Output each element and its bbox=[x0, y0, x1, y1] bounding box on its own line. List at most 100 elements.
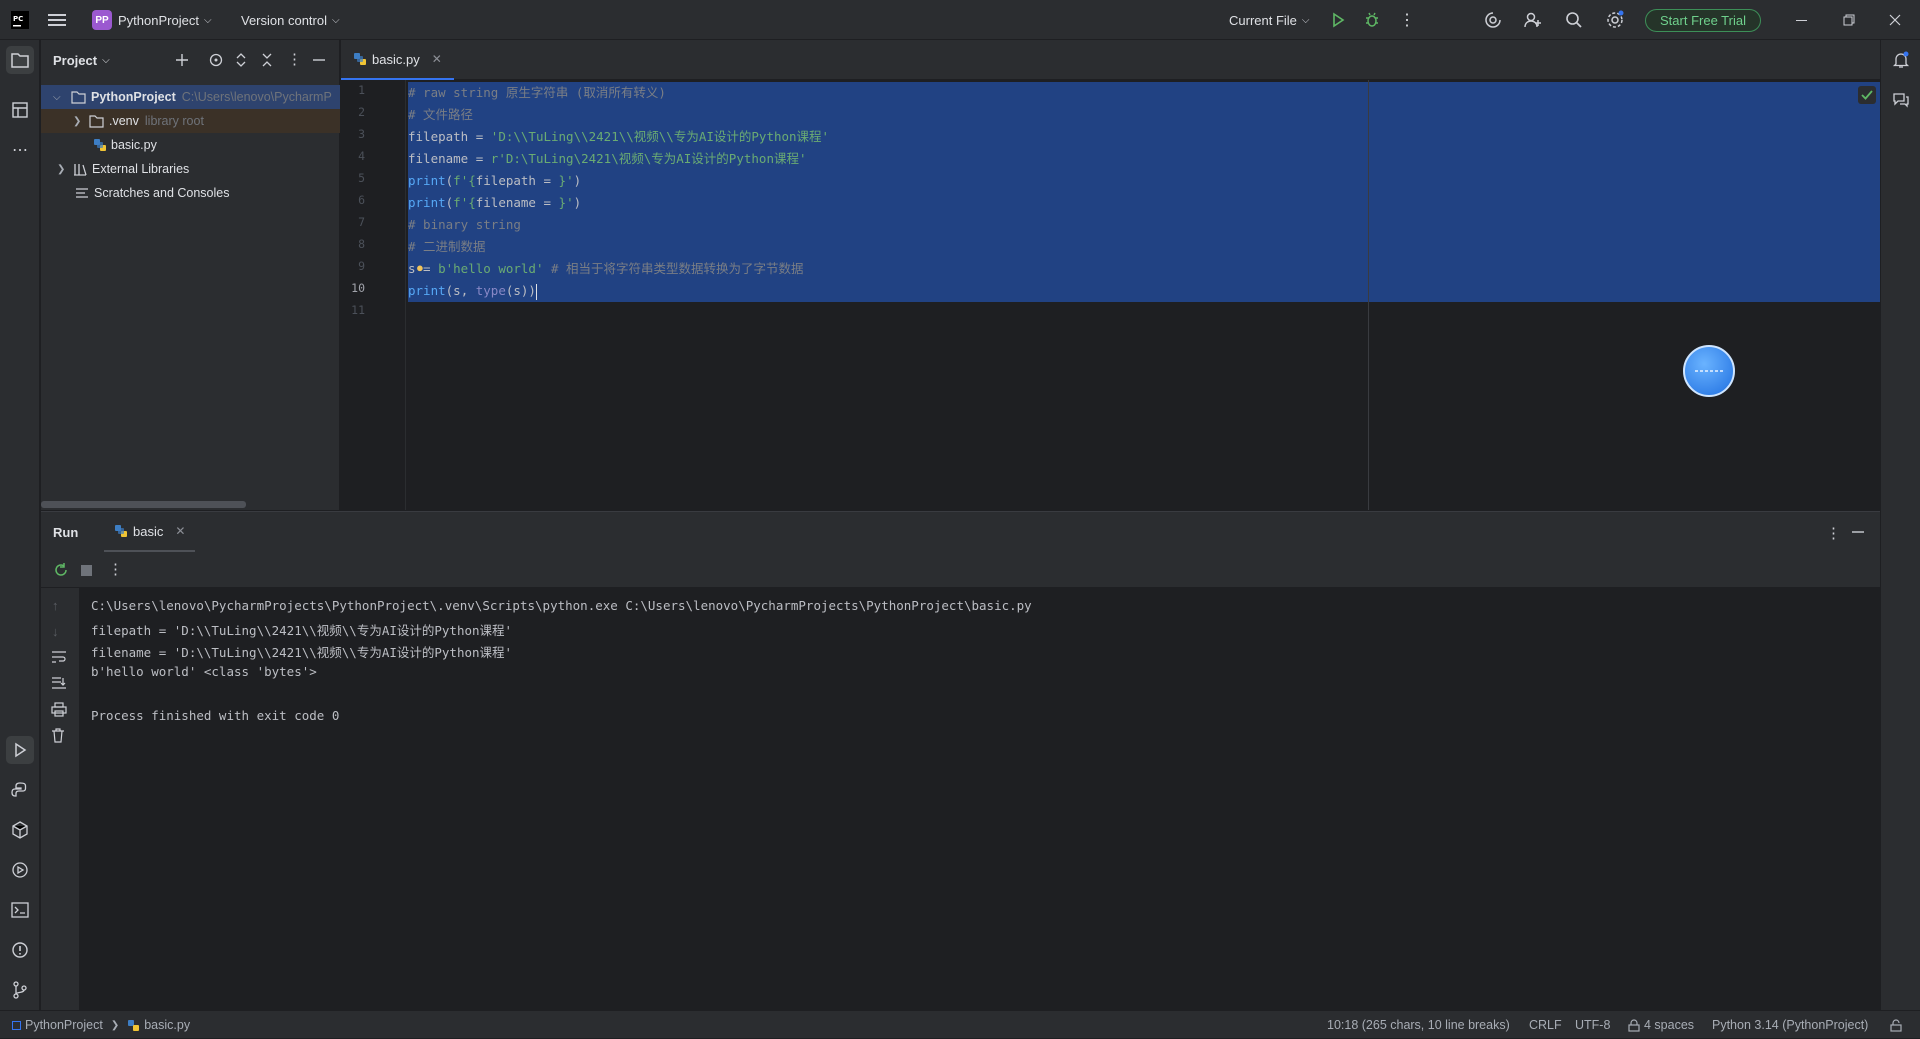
tree-item-project-root[interactable]: ⌵ PythonProject C:\Users\lenovo\PycharmP bbox=[41, 85, 340, 109]
python-console-tool-button[interactable] bbox=[6, 776, 34, 804]
chevron-down-icon: ⌵ bbox=[53, 91, 61, 103]
horizontal-scrollbar[interactable] bbox=[41, 501, 246, 508]
main-menu-button[interactable] bbox=[48, 0, 66, 40]
ai-assistant-icon[interactable] bbox=[1484, 0, 1502, 40]
token-string: }' bbox=[558, 173, 574, 188]
code-line-2: # 文件路径 bbox=[408, 107, 474, 122]
code-line-4: filename = r'D:\TuLing\2421\视频\专为AI设计的Py… bbox=[408, 148, 807, 170]
project-switcher[interactable]: PP PythonProject ⌵ bbox=[92, 0, 212, 40]
trial-label: Start Free Trial bbox=[1645, 8, 1761, 32]
chevron-down-icon: ⌵ bbox=[332, 14, 340, 26]
hide-panel-icon[interactable] bbox=[1851, 524, 1865, 540]
tree-item-external-libraries[interactable]: ❯ External Libraries bbox=[41, 157, 340, 181]
expand-all-icon[interactable] bbox=[234, 52, 248, 68]
arrow-down-icon[interactable]: ↓ bbox=[52, 624, 59, 639]
editor-tab-basic-py[interactable]: basic.py ✕ bbox=[341, 40, 454, 80]
lightbulb-intention-icon[interactable]: ● bbox=[416, 260, 424, 275]
packages-icon bbox=[12, 821, 28, 839]
notifications-tool-button[interactable] bbox=[1887, 46, 1915, 74]
token-expression: filepath = bbox=[475, 173, 559, 188]
editor-tab-bar: basic.py ✕ bbox=[341, 40, 1880, 80]
indent-setting[interactable]: 4 spaces bbox=[1628, 1011, 1694, 1039]
version-control-menu[interactable]: Version control ⌵ bbox=[241, 0, 340, 40]
terminal-icon bbox=[11, 902, 29, 918]
services-tool-button[interactable] bbox=[6, 856, 34, 884]
python-file-icon bbox=[114, 524, 128, 538]
version-control-label: Version control bbox=[241, 12, 327, 28]
project-tool-button[interactable] bbox=[6, 46, 34, 74]
trash-icon[interactable] bbox=[51, 728, 65, 743]
readonly-toggle-icon[interactable] bbox=[1890, 1011, 1902, 1039]
breadcrumb-file[interactable]: basic.py bbox=[144, 1018, 190, 1032]
search-icon[interactable] bbox=[1565, 0, 1583, 40]
settings-gear-icon[interactable] bbox=[1605, 0, 1625, 40]
folder-icon bbox=[89, 114, 104, 128]
code-line-9: s = b'hello world' # 相当于将字符串类型数据转换为了字节数据 bbox=[408, 258, 804, 280]
problems-tool-button[interactable] bbox=[6, 936, 34, 964]
git-tool-button[interactable] bbox=[6, 976, 34, 1004]
breadcrumb-project[interactable]: PythonProject bbox=[25, 1018, 103, 1032]
line-separator[interactable]: CRLF bbox=[1529, 1011, 1562, 1039]
tree-item-venv[interactable]: ❯ .venv library root bbox=[41, 109, 340, 133]
close-window-icon[interactable] bbox=[1889, 0, 1901, 40]
code-line-5: print(f'{filepath = }') bbox=[408, 170, 581, 192]
structure-tool-button[interactable] bbox=[6, 96, 34, 124]
start-free-trial-button[interactable]: Start Free Trial bbox=[1645, 0, 1761, 40]
run-tool-button[interactable] bbox=[6, 736, 34, 764]
chevron-right-icon: ❯ bbox=[110, 1019, 120, 1031]
restore-window-icon[interactable] bbox=[1843, 0, 1855, 40]
run-panel-options-icon[interactable]: ⋮ bbox=[1826, 524, 1841, 542]
hide-panel-icon[interactable] bbox=[312, 52, 326, 68]
soft-wrap-icon[interactable] bbox=[51, 650, 67, 664]
tree-item-basic-py[interactable]: basic.py bbox=[41, 133, 340, 157]
more-actions-icon[interactable]: ⋮ bbox=[1399, 0, 1415, 40]
python-packages-tool-button[interactable] bbox=[6, 816, 34, 844]
python-interpreter[interactable]: Python 3.14 (PythonProject) bbox=[1712, 1011, 1868, 1039]
run-panel-title: Run bbox=[53, 524, 79, 540]
inspection-ok-checkmark-icon[interactable] bbox=[1858, 86, 1876, 104]
run-tab-label: basic bbox=[133, 523, 164, 539]
close-tab-icon[interactable]: ✕ bbox=[175, 524, 185, 538]
close-tab-icon[interactable]: ✕ bbox=[432, 52, 442, 66]
token-operator: = bbox=[468, 151, 491, 166]
scratches-icon bbox=[75, 187, 89, 200]
bug-icon bbox=[1366, 12, 1378, 27]
run-button[interactable] bbox=[1330, 0, 1346, 40]
file-encoding[interactable]: UTF-8 bbox=[1575, 1011, 1610, 1039]
minimize-window-icon[interactable] bbox=[1796, 0, 1808, 40]
caret-position[interactable]: 10:18 (265 chars, 10 line breaks) bbox=[1327, 1011, 1510, 1039]
locate-file-icon[interactable] bbox=[208, 52, 224, 68]
new-file-icon[interactable] bbox=[174, 52, 190, 68]
token-string: f'{ bbox=[453, 195, 476, 210]
floating-assistant-bubble-icon[interactable] bbox=[1683, 345, 1735, 397]
more-tools-icon[interactable]: ⋯ bbox=[6, 136, 34, 164]
code-content[interactable]: # raw string 原生字符串 (取消所有转义) # 文件路径 filep… bbox=[341, 80, 1880, 510]
python-file-icon bbox=[93, 138, 107, 152]
stop-icon[interactable] bbox=[81, 565, 92, 576]
run-tab-basic[interactable]: basic ✕ bbox=[104, 512, 196, 552]
svg-text:PC: PC bbox=[13, 15, 23, 23]
collapse-all-icon[interactable] bbox=[260, 52, 274, 68]
console-output[interactable]: C:\Users\lenovo\PycharmProjects\PythonPr… bbox=[79, 588, 1880, 1011]
chevron-down-icon: ⌵ bbox=[102, 54, 110, 66]
tree-item-scratches[interactable]: Scratches and Consoles bbox=[41, 181, 340, 205]
services-icon bbox=[12, 862, 28, 878]
panel-options-icon[interactable]: ⋮ bbox=[287, 50, 302, 68]
code-line-10: print(s, type(s)) bbox=[408, 280, 537, 302]
chevron-right-icon: ❯ bbox=[57, 163, 66, 175]
add-user-icon[interactable] bbox=[1524, 0, 1542, 40]
print-icon[interactable] bbox=[51, 702, 67, 717]
vcs-branch-icon bbox=[13, 981, 27, 999]
terminal-tool-button[interactable] bbox=[6, 896, 34, 924]
run-configuration-selector[interactable]: Current File ⌵ bbox=[1229, 0, 1310, 40]
token-variable: filepath bbox=[408, 129, 469, 144]
project-panel-title[interactable]: Project ⌵ bbox=[53, 40, 110, 80]
arrow-up-icon[interactable]: ↑ bbox=[52, 598, 59, 613]
scroll-to-end-icon[interactable] bbox=[51, 676, 67, 690]
run-side-toolbar: ↑ ↓ bbox=[41, 588, 79, 1011]
rerun-icon[interactable] bbox=[53, 562, 69, 578]
debug-button[interactable] bbox=[1364, 0, 1380, 40]
play-icon bbox=[1333, 12, 1345, 28]
ai-chat-tool-button[interactable] bbox=[1887, 86, 1915, 114]
more-run-actions-icon[interactable]: ⋮ bbox=[108, 560, 123, 578]
